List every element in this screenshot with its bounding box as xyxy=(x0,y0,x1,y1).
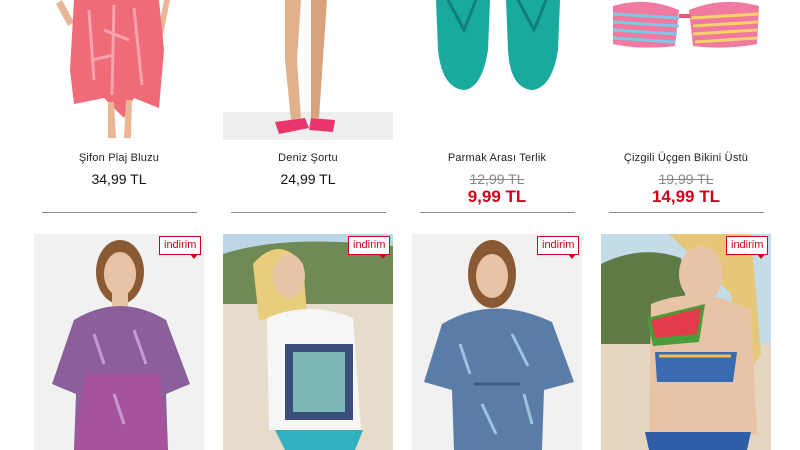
discount-badge: indirim xyxy=(726,236,769,259)
old-price: 19,99 TL xyxy=(658,171,714,187)
product-image[interactable] xyxy=(412,0,582,140)
old-price: 12,99 TL xyxy=(469,171,525,187)
divider xyxy=(42,212,197,213)
divider xyxy=(231,212,386,213)
product-image[interactable] xyxy=(601,234,771,450)
sale-price: 14,99 TL xyxy=(651,187,721,206)
product-price: 34,99 TL xyxy=(91,171,147,187)
product-name[interactable]: Şifon Plaj Bluzu xyxy=(24,152,214,164)
discount-badge: indirim xyxy=(537,236,580,259)
product-image[interactable] xyxy=(601,0,771,140)
product-price: 24,99 TL xyxy=(280,171,336,187)
product-image[interactable] xyxy=(34,0,204,140)
product-name[interactable]: Deniz Şortu xyxy=(213,152,403,164)
discount-badge: indirim xyxy=(159,236,202,259)
divider xyxy=(420,212,575,213)
product-image[interactable] xyxy=(223,0,393,140)
product-image[interactable] xyxy=(223,234,393,450)
product-image[interactable] xyxy=(412,234,582,450)
product-name[interactable]: Parmak Arası Terlik xyxy=(402,152,592,164)
product-name[interactable]: Çizgili Üçgen Bikini Üstü xyxy=(591,152,781,164)
divider xyxy=(609,212,764,213)
discount-badge: indirim xyxy=(348,236,391,259)
product-image[interactable] xyxy=(34,234,204,450)
sale-price: 9,99 TL xyxy=(467,187,527,206)
